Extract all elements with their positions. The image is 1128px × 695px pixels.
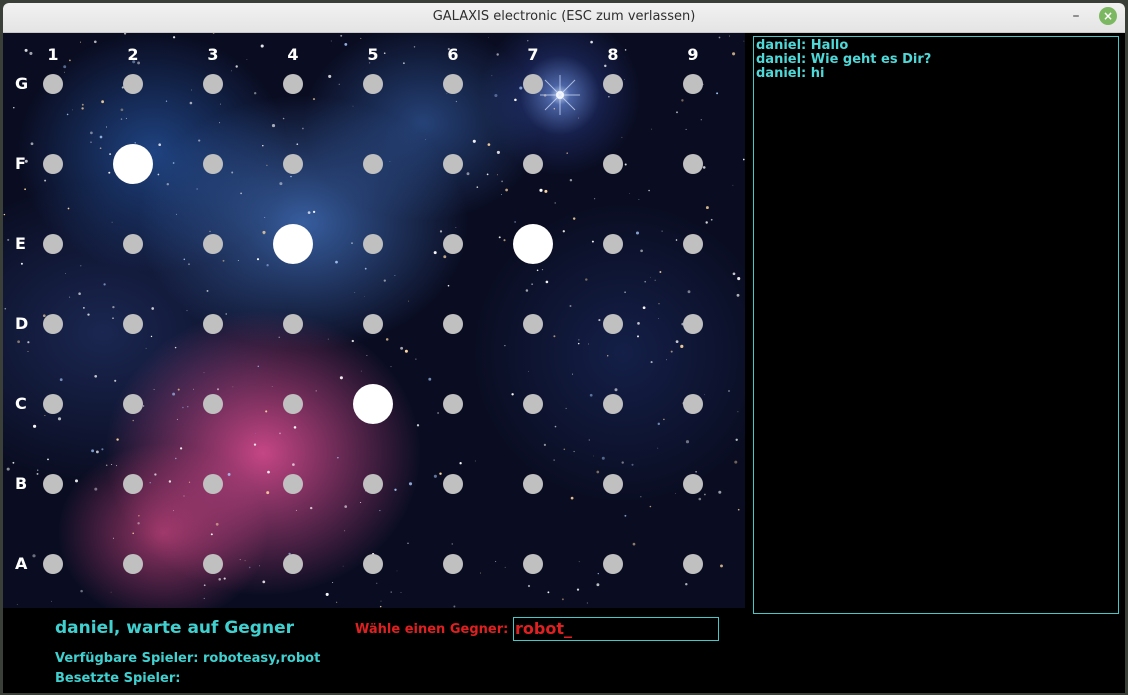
board-hole-C8[interactable]: [603, 394, 623, 414]
column-label-4: 4: [287, 45, 299, 64]
board-hole-A2[interactable]: [123, 554, 143, 574]
board-hole-E1[interactable]: [43, 234, 63, 254]
board-hole-E6[interactable]: [443, 234, 463, 254]
column-label-9: 9: [687, 45, 699, 64]
board-hole-E5[interactable]: [363, 234, 383, 254]
board-hole-E8[interactable]: [603, 234, 623, 254]
board-hole-F1[interactable]: [43, 154, 63, 174]
row-label-E: E: [15, 234, 26, 253]
busy-players-text: Besetzte Spieler:: [55, 671, 181, 686]
chat-message: daniel: Hallo: [756, 38, 849, 53]
close-icon[interactable]: ×: [1099, 7, 1117, 25]
board-hole-D4[interactable]: [283, 314, 303, 334]
board-hole-F7[interactable]: [523, 154, 543, 174]
board-hole-F4[interactable]: [283, 154, 303, 174]
board-hole-C2[interactable]: [123, 394, 143, 414]
board-hole-A6[interactable]: [443, 554, 463, 574]
board-hole-G5[interactable]: [363, 74, 383, 94]
board-hole-B8[interactable]: [603, 474, 623, 494]
available-players-text: Verfügbare Spieler: roboteasy,robot: [55, 651, 321, 666]
minimize-icon[interactable]: –: [1067, 7, 1085, 25]
column-label-7: 7: [527, 45, 539, 64]
board-hole-C4[interactable]: [283, 394, 303, 414]
board-hole-B2[interactable]: [123, 474, 143, 494]
board-hole-C3[interactable]: [203, 394, 223, 414]
chat-message: daniel: Wie geht es Dir?: [756, 52, 932, 67]
board-hole-F8[interactable]: [603, 154, 623, 174]
board-hole-B1[interactable]: [43, 474, 63, 494]
board-hole-B5[interactable]: [363, 474, 383, 494]
column-label-6: 6: [447, 45, 459, 64]
game-window: GALAXIS electronic (ESC zum verlassen) –…: [3, 3, 1125, 693]
hit-marker-C5[interactable]: [353, 384, 393, 424]
board-hole-F5[interactable]: [363, 154, 383, 174]
board-hole-G9[interactable]: [683, 74, 703, 94]
board-hole-G4[interactable]: [283, 74, 303, 94]
game-board[interactable]: 1 2 3 4 5 6 7 8 9 G F E D C B A: [3, 33, 745, 608]
board-hole-D7[interactable]: [523, 314, 543, 334]
board-hole-A7[interactable]: [523, 554, 543, 574]
hit-marker-E4[interactable]: [273, 224, 313, 264]
hit-marker-E7[interactable]: [513, 224, 553, 264]
board-hole-E9[interactable]: [683, 234, 703, 254]
board-hole-F6[interactable]: [443, 154, 463, 174]
board-hole-A8[interactable]: [603, 554, 623, 574]
board-hole-G1[interactable]: [43, 74, 63, 94]
board-hole-F3[interactable]: [203, 154, 223, 174]
board-hole-B4[interactable]: [283, 474, 303, 494]
board-hole-D3[interactable]: [203, 314, 223, 334]
column-label-3: 3: [207, 45, 219, 64]
column-label-1: 1: [47, 45, 59, 64]
row-label-G: G: [15, 74, 29, 93]
opponent-input[interactable]: robot_: [513, 617, 719, 641]
row-label-C: C: [15, 394, 27, 413]
board-hole-A5[interactable]: [363, 554, 383, 574]
board-hole-A3[interactable]: [203, 554, 223, 574]
board-hole-G8[interactable]: [603, 74, 623, 94]
board-hole-D8[interactable]: [603, 314, 623, 334]
column-label-2: 2: [127, 45, 139, 64]
board-hole-B3[interactable]: [203, 474, 223, 494]
board-hole-C7[interactable]: [523, 394, 543, 414]
board-hole-E3[interactable]: [203, 234, 223, 254]
board-hole-A1[interactable]: [43, 554, 63, 574]
board-hole-G2[interactable]: [123, 74, 143, 94]
board-hole-D1[interactable]: [43, 314, 63, 334]
board-hole-C9[interactable]: [683, 394, 703, 414]
column-label-8: 8: [607, 45, 619, 64]
row-label-A: A: [15, 554, 28, 573]
board-hole-B7[interactable]: [523, 474, 543, 494]
status-text: daniel, warte auf Gegner: [55, 618, 294, 638]
board-hole-E2[interactable]: [123, 234, 143, 254]
board-hole-C1[interactable]: [43, 394, 63, 414]
board-hole-B6[interactable]: [443, 474, 463, 494]
board-hole-D2[interactable]: [123, 314, 143, 334]
opponent-prompt-label: Wähle einen Gegner:: [355, 622, 509, 637]
hit-marker-F2[interactable]: [113, 144, 153, 184]
board-hole-G7[interactable]: [523, 74, 543, 94]
title-bar: GALAXIS electronic (ESC zum verlassen) –…: [3, 3, 1125, 33]
board-hole-D5[interactable]: [363, 314, 383, 334]
board-hole-A4[interactable]: [283, 554, 303, 574]
column-label-5: 5: [367, 45, 379, 64]
row-label-D: D: [15, 314, 29, 333]
chat-panel: daniel: Hallo daniel: Wie geht es Dir? dan…: [753, 36, 1119, 614]
board-hole-B9[interactable]: [683, 474, 703, 494]
chat-messages: daniel: Hallo daniel: Wie geht es Dir? dan…: [754, 37, 1118, 81]
board-hole-G3[interactable]: [203, 74, 223, 94]
board-hole-D6[interactable]: [443, 314, 463, 334]
board-hole-C6[interactable]: [443, 394, 463, 414]
board-hole-D9[interactable]: [683, 314, 703, 334]
board-hole-F9[interactable]: [683, 154, 703, 174]
window-title: GALAXIS electronic (ESC zum verlassen): [432, 9, 696, 24]
board-hole-A9[interactable]: [683, 554, 703, 574]
row-label-B: B: [15, 474, 28, 493]
row-label-F: F: [15, 154, 26, 173]
board-hole-G6[interactable]: [443, 74, 463, 94]
chat-message: daniel: hi: [756, 66, 825, 81]
